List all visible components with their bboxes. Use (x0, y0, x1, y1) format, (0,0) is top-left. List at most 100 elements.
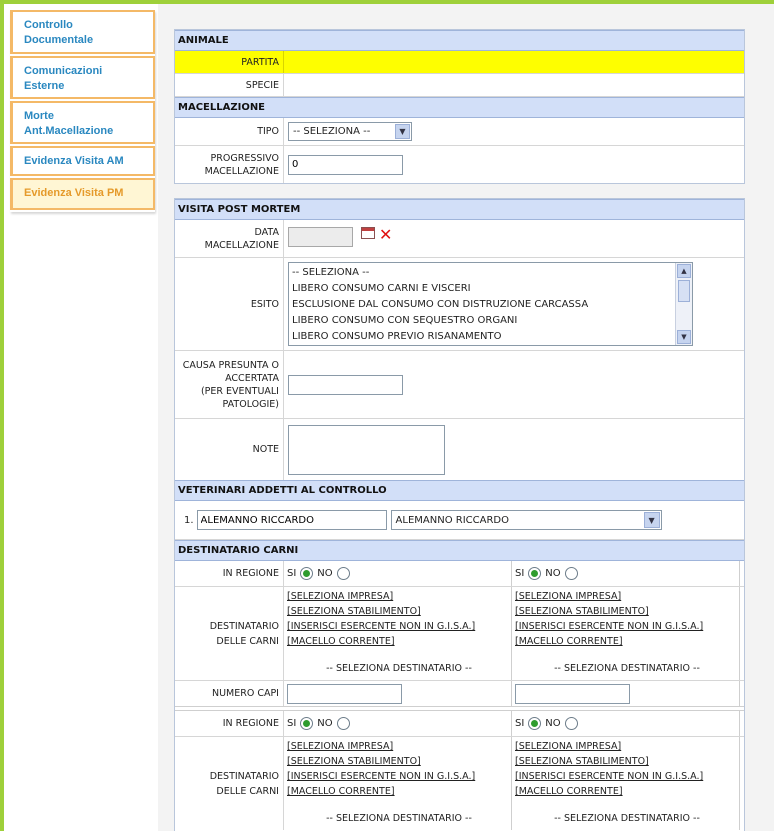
no-label: NO (545, 718, 561, 729)
destinatario-label-line: DESTINATARIO (209, 620, 279, 632)
radio-no[interactable] (336, 567, 350, 580)
seleziona-destinatario-text: -- SELEZIONA DESTINATARIO -- (326, 663, 472, 674)
destinatario-label: DESTINATARIO DELLE CARNI (175, 737, 284, 830)
radio-no[interactable] (336, 717, 350, 730)
seleziona-destinatario-text: -- SELEZIONA DESTINATARIO -- (554, 663, 700, 674)
nav-controllo-documentale[interactable]: Controllo Documentale (10, 10, 155, 54)
section-header-destinatario: DESTINATARIO CARNI (175, 540, 744, 561)
scroll-thumb[interactable] (678, 280, 690, 302)
veterinario-index: 1. (184, 514, 194, 526)
veterinario-name-input[interactable] (196, 510, 387, 530)
no-label: NO (545, 568, 561, 579)
destinatario-label: DESTINATARIO DELLE CARNI (175, 587, 284, 680)
note-textarea[interactable] (288, 424, 445, 475)
causa-input[interactable] (288, 374, 403, 395)
seleziona-impresa-link[interactable]: [SELEZIONA IMPRESA] (287, 589, 511, 604)
in-regione-col-1: SI NO (284, 711, 512, 736)
partita-value (284, 51, 744, 73)
progressivo-label: PROGRESSIVO MACELLAZIONE (175, 146, 284, 183)
radio-no[interactable] (564, 567, 578, 580)
chevron-down-icon: ▼ (395, 124, 410, 139)
in-regione-col-1: SI NO (284, 561, 512, 586)
numero-capi-col-2 (512, 681, 740, 706)
in-regione-col-2: SI NO (512, 711, 740, 736)
data-macellazione-input[interactable] (288, 227, 353, 247)
veterinario-select-value: ALEMANNO RICCARDO (395, 514, 509, 526)
esito-option[interactable]: LIBERO CONSUMO PREVIO RISANAMENTO (292, 329, 689, 345)
nav-evidenza-visita-am[interactable]: Evidenza Visita AM (10, 146, 155, 176)
numero-capi-col-1 (284, 681, 512, 706)
seleziona-impresa-link[interactable]: [SELEZIONA IMPRESA] (287, 739, 511, 754)
nav-label: Evidenza Visita PM (24, 187, 124, 199)
seleziona-stabilimento-link[interactable]: [SELEZIONA STABILIMENTO] (287, 604, 511, 619)
section-header-veterinari: VETERINARI ADDETTI AL CONTROLLO (175, 480, 744, 501)
nav-evidenza-visita-pm[interactable]: Evidenza Visita PM (10, 178, 155, 210)
numero-capi-input[interactable] (287, 683, 402, 704)
macello-corrente-link[interactable]: [MACELLO CORRENTE] (287, 784, 511, 799)
row-tipo: TIPO -- SELEZIONA -- ▼ (175, 118, 744, 146)
scroll-down-icon[interactable]: ▼ (677, 330, 691, 344)
row-specie: SPECIE (175, 74, 744, 97)
macello-corrente-link[interactable]: [MACELLO CORRENTE] (287, 634, 511, 649)
specie-value (284, 74, 744, 96)
tipo-select-value: -- SELEZIONA -- (293, 126, 371, 137)
clear-date-icon[interactable]: ✕ (379, 227, 392, 243)
esito-scrollbar[interactable]: ▲ ▼ (675, 263, 692, 345)
seleziona-impresa-link[interactable]: [SELEZIONA IMPRESA] (515, 589, 739, 604)
calendar-icon[interactable] (361, 227, 375, 239)
animale-panel: ANIMALE PARTITA SPECIE MACELLAZIONE TIPO… (174, 29, 745, 184)
macello-corrente-link[interactable]: [MACELLO CORRENTE] (515, 784, 739, 799)
si-label: SI (287, 568, 297, 579)
nav-morte-ant-macellazione[interactable]: Morte Ant.Macellazione (10, 101, 155, 144)
inserisci-esercente-link[interactable]: [INSERISCI ESERCENTE NON IN G.I.S.A.] (515, 619, 739, 634)
destinatario-col-1: [SELEZIONA IMPRESA] [SELEZIONA STABILIME… (284, 587, 512, 680)
radio-no[interactable] (564, 717, 578, 730)
radio-si[interactable] (300, 567, 314, 580)
scroll-up-icon[interactable]: ▲ (677, 264, 691, 278)
row-progressivo: PROGRESSIVO MACELLAZIONE (175, 146, 744, 183)
esito-option[interactable]: ESCLUSIONE DAL CONSUMO CON DISTRUZIONE C… (292, 297, 689, 313)
progressivo-input[interactable] (288, 154, 403, 175)
row-destinatario-carni: DESTINATARIO DELLE CARNI [SELEZIONA IMPR… (175, 737, 744, 830)
data-label-line: DATA (254, 226, 279, 238)
causa-label-line: (PER EVENTUALI (200, 385, 279, 397)
visita-panel: VISITA POST MORTEM DATA MACELLAZIONE ✕ E… (174, 198, 745, 831)
tipo-select[interactable]: -- SELEZIONA -- ▼ (288, 122, 412, 141)
macello-corrente-link[interactable]: [MACELLO CORRENTE] (515, 634, 739, 649)
destinatario-col-2: [SELEZIONA IMPRESA] [SELEZIONA STABILIME… (512, 587, 740, 680)
radio-si[interactable] (300, 717, 314, 730)
seleziona-stabilimento-link[interactable]: [SELEZIONA STABILIMENTO] (515, 754, 739, 769)
seleziona-impresa-link[interactable]: [SELEZIONA IMPRESA] (515, 739, 739, 754)
esito-label: ESITO (175, 258, 284, 350)
seleziona-destinatario-text: -- SELEZIONA DESTINATARIO -- (326, 813, 472, 824)
esito-listbox[interactable]: -- SELEZIONA -- LIBERO CONSUMO CARNI E V… (288, 262, 693, 346)
causa-label-line: CAUSA PRESUNTA O (182, 359, 279, 371)
seleziona-stabilimento-link[interactable]: [SELEZIONA STABILIMENTO] (287, 754, 511, 769)
nav-comunicazioni-esterne[interactable]: Comunicazioni Esterne (10, 56, 155, 99)
esito-option[interactable]: -- SELEZIONA -- (292, 265, 689, 281)
veterinario-select[interactable]: ALEMANNO RICCARDO ▼ (390, 510, 662, 530)
esito-option[interactable]: LIBERO CONSUMO CARNI E VISCERI (292, 281, 689, 297)
data-label-line: MACELLAZIONE (204, 239, 279, 251)
nav-label: Evidenza Visita AM (24, 155, 124, 167)
sidebar-nav: Controllo Documentale Comunicazioni Este… (10, 10, 155, 212)
inserisci-esercente-link[interactable]: [INSERISCI ESERCENTE NON IN G.I.S.A.] (287, 769, 511, 784)
destinatario-label-line: DESTINATARIO (209, 770, 279, 782)
inserisci-esercente-link[interactable]: [INSERISCI ESERCENTE NON IN G.I.S.A.] (515, 769, 739, 784)
row-esito: ESITO -- SELEZIONA -- LIBERO CONSUMO CAR… (175, 258, 744, 351)
nav-label: Morte (24, 110, 54, 122)
si-label: SI (515, 568, 525, 579)
numero-capi-input[interactable] (515, 683, 630, 704)
numero-capi-label: NUMERO CAPI (175, 681, 284, 706)
esito-option[interactable]: LIBERO CONSUMO CON SEQUESTRO ORGANI (292, 313, 689, 329)
seleziona-stabilimento-link[interactable]: [SELEZIONA STABILIMENTO] (515, 604, 739, 619)
si-label: SI (515, 718, 525, 729)
radio-si[interactable] (528, 717, 542, 730)
section-header-animale: ANIMALE (175, 30, 744, 51)
inserisci-esercente-link[interactable]: [INSERISCI ESERCENTE NON IN G.I.S.A.] (287, 619, 511, 634)
seleziona-destinatario-text: -- SELEZIONA DESTINATARIO -- (554, 813, 700, 824)
no-label: NO (317, 718, 333, 729)
radio-si[interactable] (528, 567, 542, 580)
section-header-visita: VISITA POST MORTEM (175, 199, 744, 220)
nav-label: Comunicazioni (24, 65, 103, 77)
